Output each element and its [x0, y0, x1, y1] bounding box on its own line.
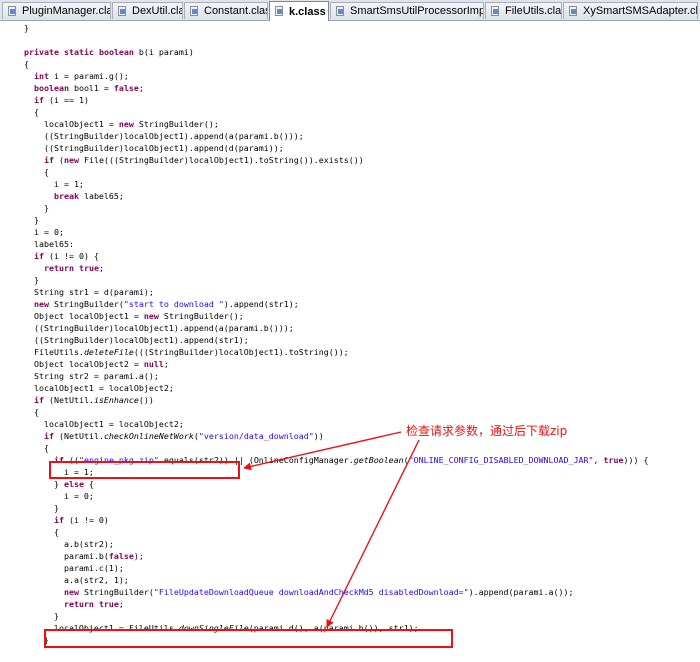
- class-file-icon: [7, 5, 18, 17]
- tab-label: XySmartSMSAdapter.class: [583, 5, 698, 17]
- code-line: {: [14, 443, 49, 453]
- code-line: if (i == 1): [33, 95, 89, 105]
- code-line: if (NetUtil.checkOnlineNetWork("version/…: [43, 431, 324, 441]
- class-file-icon: [189, 5, 200, 17]
- code-line: int i = parami.g();: [33, 71, 129, 81]
- code-line: new StringBuilder("FileUpdateDownloadQue…: [63, 587, 574, 597]
- class-file-icon: [490, 5, 501, 17]
- code-line: boolean bool1 = false;: [33, 83, 144, 93]
- code-line: ((StringBuilder)localObject1).append(a(p…: [14, 323, 294, 333]
- class-file-icon: [568, 5, 579, 17]
- code-line: }: [14, 23, 29, 33]
- tab-constant[interactable]: Constant.class: [184, 2, 268, 19]
- code-line: i = 0;: [14, 491, 94, 501]
- code-line: if (i != 0) {: [33, 251, 99, 261]
- code-line: String str1 = d(parami);: [14, 287, 154, 297]
- code-line: }: [14, 203, 49, 213]
- annotation-text: 检查请求参数，通过后下载zip: [406, 424, 568, 438]
- highlight-box-download-call: [44, 629, 453, 648]
- code-line: localObject1 = new StringBuilder();: [14, 119, 219, 129]
- tab-pluginmanager[interactable]: PluginManager.class: [2, 2, 111, 19]
- code-line: {: [14, 527, 59, 537]
- class-file-icon: [274, 6, 285, 17]
- code-line: private static boolean b(i parami): [24, 47, 194, 57]
- code-line: {: [14, 167, 49, 177]
- code-line: }: [14, 503, 59, 513]
- code-line: if (i != 0): [53, 515, 109, 525]
- code-line: return true;: [43, 263, 104, 273]
- code-line: if (NetUtil.isEnhance()): [33, 395, 154, 405]
- code-line: {: [14, 59, 29, 69]
- code-line: i = 1;: [14, 179, 84, 189]
- code-line: new StringBuilder("start to download ").…: [33, 299, 299, 309]
- code-line: i = 0;: [14, 227, 64, 237]
- code-line: ((StringBuilder)localObject1).append(str…: [14, 335, 249, 345]
- code-line: String str2 = parami.a();: [14, 371, 159, 381]
- tab-k-class[interactable]: k.class✕: [269, 1, 329, 21]
- code-line: parami.c(1);: [14, 563, 124, 573]
- tab-xysmartsmsadapter[interactable]: XySmartSMSAdapter.class: [563, 2, 698, 19]
- class-file-icon: [117, 5, 128, 17]
- code-line: a.b(str2);: [14, 539, 114, 549]
- code-line: return true;: [63, 599, 124, 609]
- highlight-box-engine-check: [49, 461, 240, 479]
- code-line: ((StringBuilder)localObject1).append(d(p…: [14, 143, 284, 153]
- code-line: FileUtils.deleteFile(((StringBuilder)loc…: [14, 347, 349, 357]
- code-line: a.a(str2, 1);: [14, 575, 129, 585]
- code-line: ((StringBuilder)localObject1).append(a(p…: [14, 131, 304, 141]
- code-line: }: [14, 611, 59, 621]
- code-line: {: [14, 107, 39, 117]
- editor-tab-bar: PluginManager.class DexUtil.class Consta…: [0, 0, 700, 21]
- code-line: Object localObject1 = new StringBuilder(…: [14, 311, 244, 321]
- tab-smartsmsutilprocessorimpl[interactable]: SmartSmsUtilProcessorImpl.class: [330, 2, 484, 19]
- tab-label: DexUtil.class: [132, 5, 182, 17]
- code-line: Object localObject2 = null;: [14, 359, 169, 369]
- code-line: label65:: [14, 239, 74, 249]
- tab-fileutils[interactable]: FileUtils.class: [485, 2, 562, 19]
- code-line: localObject1 = localObject2;: [14, 419, 184, 429]
- tab-label: k.class: [289, 5, 326, 18]
- tab-dexutil[interactable]: DexUtil.class: [112, 2, 183, 19]
- code-line: if (new File(((StringBuilder)localObject…: [43, 155, 364, 165]
- code-line: break label65;: [53, 191, 124, 201]
- code-line: }: [14, 275, 39, 285]
- code-line: } else {: [14, 479, 94, 489]
- code-editor[interactable]: } private static boolean b(i parami) { i…: [0, 21, 700, 662]
- tab-label: FileUtils.class: [505, 5, 562, 17]
- tab-label: Constant.class: [204, 5, 267, 17]
- code-line: }: [14, 215, 39, 225]
- code-line: {: [14, 407, 39, 417]
- tab-label: PluginManager.class: [22, 5, 110, 17]
- tab-label: SmartSmsUtilProcessorImpl.class: [350, 5, 483, 17]
- code-line: localObject1 = localObject2;: [14, 383, 174, 393]
- class-file-icon: [335, 5, 346, 17]
- code-line: parami.b(false);: [14, 551, 144, 561]
